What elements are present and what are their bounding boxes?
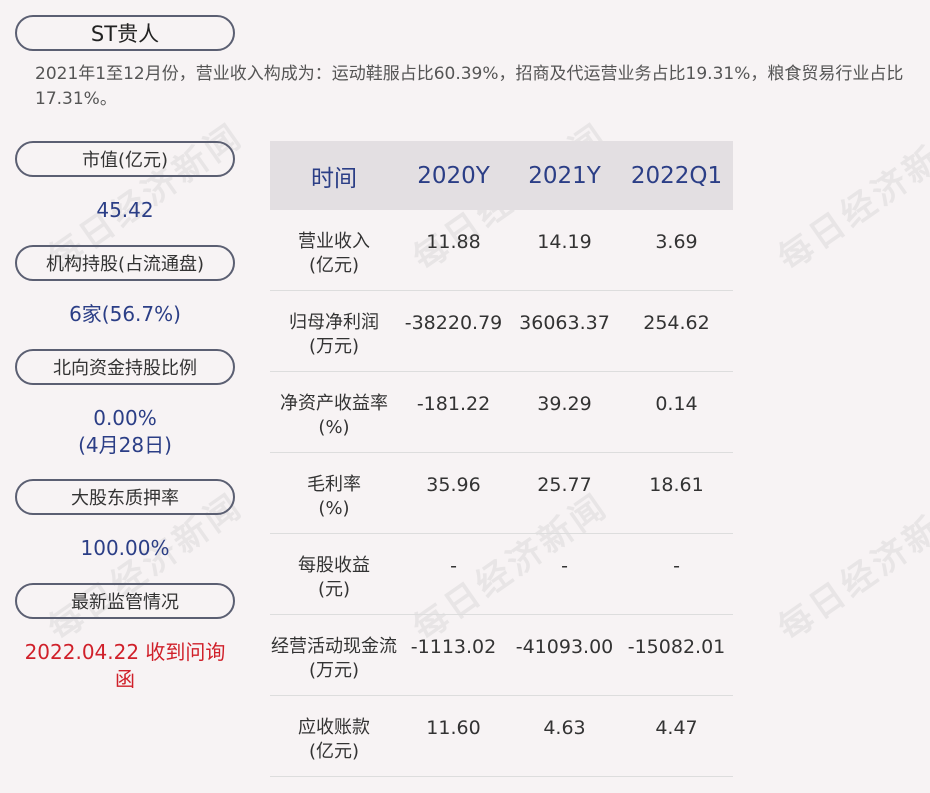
row-label-text: 营业收入 [298, 231, 370, 252]
header-2021: 2021Y [528, 162, 601, 189]
row-label: 应收账款 (亿元) [270, 696, 398, 776]
table-cell: 4.47 [655, 717, 698, 739]
row-unit: (万元) [308, 336, 360, 357]
northbound-label: 北向资金持股比例 [15, 349, 235, 385]
table-cell: - [561, 555, 568, 577]
row-label-text: 毛利率 [307, 474, 361, 495]
table-row: 每股收益 (元) - - - [270, 534, 733, 615]
row-unit: (%) [318, 417, 350, 438]
header-time: 时间 [311, 165, 357, 192]
table-row: 经营活动现金流 (万元) -1113.02 -41093.00 -15082.01 [270, 615, 733, 696]
row-unit: (元) [317, 579, 351, 600]
table-cell: -1113.02 [410, 636, 497, 658]
row-unit: (亿元) [308, 741, 360, 762]
row-label: 净资产收益率 (%) [270, 372, 398, 452]
row-label: 营业收入 (亿元) [270, 210, 398, 290]
table-row: 净资产收益率 (%) -181.22 39.29 0.14 [270, 372, 733, 453]
regulation-value: 2022.04.22 收到问询函 [24, 640, 226, 691]
northbound-date: (4月28日) [78, 433, 172, 457]
row-label: 每股收益 (元) [270, 534, 398, 614]
company-title: ST贵人 [15, 15, 235, 51]
header-2020: 2020Y [417, 162, 490, 189]
table-cell: - [450, 555, 457, 577]
table-cell: -181.22 [416, 393, 491, 415]
table-cell: 35.96 [426, 474, 481, 496]
watermark: 每日经济新闻 [771, 115, 930, 280]
market-cap-value: 45.42 [96, 198, 154, 222]
row-unit: (万元) [308, 660, 360, 681]
table-cell: 4.63 [543, 717, 586, 739]
table-row: 营业收入 (亿元) 11.88 14.19 3.69 [270, 210, 733, 291]
row-label: 归母净利润 (万元) [270, 291, 398, 371]
table-cell: 14.19 [537, 231, 592, 253]
row-label-text: 应收账款 [298, 717, 370, 738]
table-cell: -15082.01 [627, 636, 726, 658]
table-cell: 18.61 [649, 474, 704, 496]
table-cell: 3.69 [655, 231, 698, 253]
table-cell: - [673, 555, 680, 577]
regulation-label: 最新监管情况 [15, 583, 235, 619]
table-cell: 254.62 [643, 312, 710, 334]
row-label-text: 净资产收益率 [280, 393, 388, 414]
watermark: 每日经济新闻 [771, 485, 930, 650]
northbound-value: 0.00% [93, 406, 157, 430]
revenue-summary: 2021年1至12月份，营业收入构成为：运动鞋服占比60.39%，招商及代运营业… [35, 64, 904, 109]
row-label-text: 经营活动现金流 [271, 636, 397, 657]
table-cell: 39.29 [537, 393, 592, 415]
row-label: 毛利率 (%) [270, 453, 398, 533]
row-unit: (%) [318, 498, 350, 519]
row-unit: (亿元) [308, 255, 360, 276]
financial-table: 时间 2020Y 2021Y 2022Q1 营业收入 (亿元) 11.88 14.19… [270, 141, 733, 777]
pledge-label: 大股东质押率 [15, 479, 235, 515]
table-row: 归母净利润 (万元) -38220.79 36063.37 254.62 [270, 291, 733, 372]
row-label-text: 每股收益 [298, 555, 370, 576]
row-label: 经营活动现金流 (万元) [270, 615, 398, 695]
table-cell: 11.88 [426, 231, 481, 253]
table-cell: 0.14 [655, 393, 698, 415]
table-cell: 11.60 [426, 717, 481, 739]
header-2022q1: 2022Q1 [630, 162, 723, 189]
table-cell: 25.77 [537, 474, 592, 496]
table-cell: -41093.00 [515, 636, 614, 658]
market-cap-label: 市值(亿元) [15, 141, 235, 177]
table-header: 时间 2020Y 2021Y 2022Q1 [270, 141, 733, 210]
table-cell: -38220.79 [404, 312, 503, 334]
inst-holding-value: 6家(56.7%) [69, 302, 181, 326]
table-cell: 36063.37 [519, 312, 610, 334]
table-row: 毛利率 (%) 35.96 25.77 18.61 [270, 453, 733, 534]
table-row: 应收账款 (亿元) 11.60 4.63 4.47 [270, 696, 733, 777]
row-label-text: 归母净利润 [289, 312, 379, 333]
inst-holding-label: 机构持股(占流通盘) [15, 245, 235, 281]
pledge-value: 100.00% [80, 536, 170, 560]
